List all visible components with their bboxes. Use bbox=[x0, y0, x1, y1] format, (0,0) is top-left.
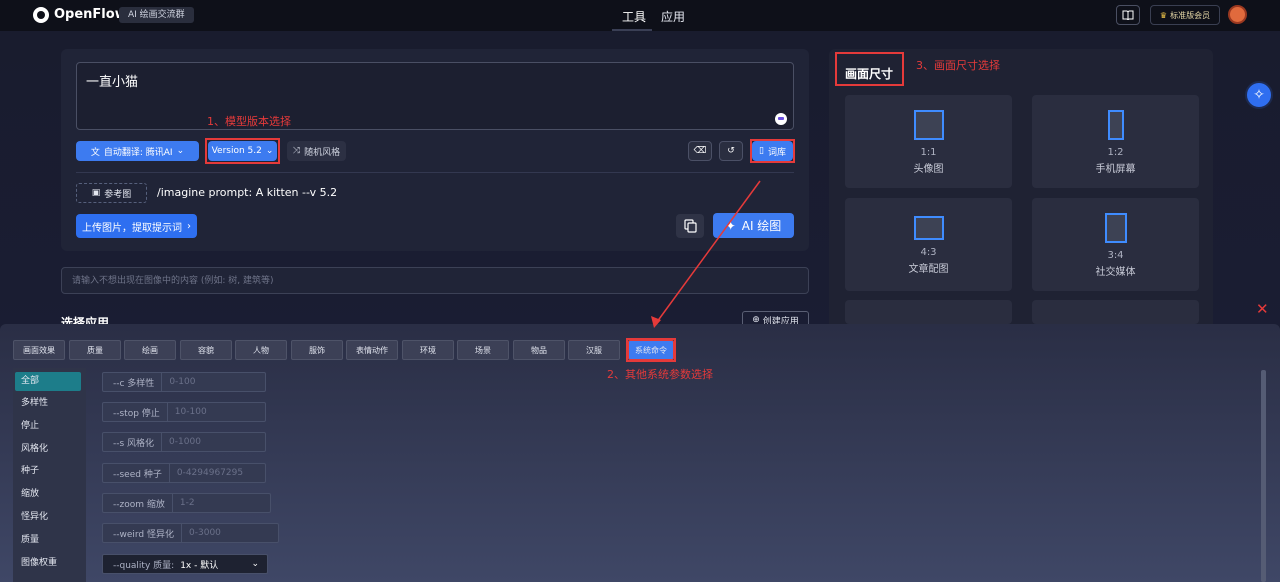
annotation-arrow bbox=[651, 180, 761, 328]
